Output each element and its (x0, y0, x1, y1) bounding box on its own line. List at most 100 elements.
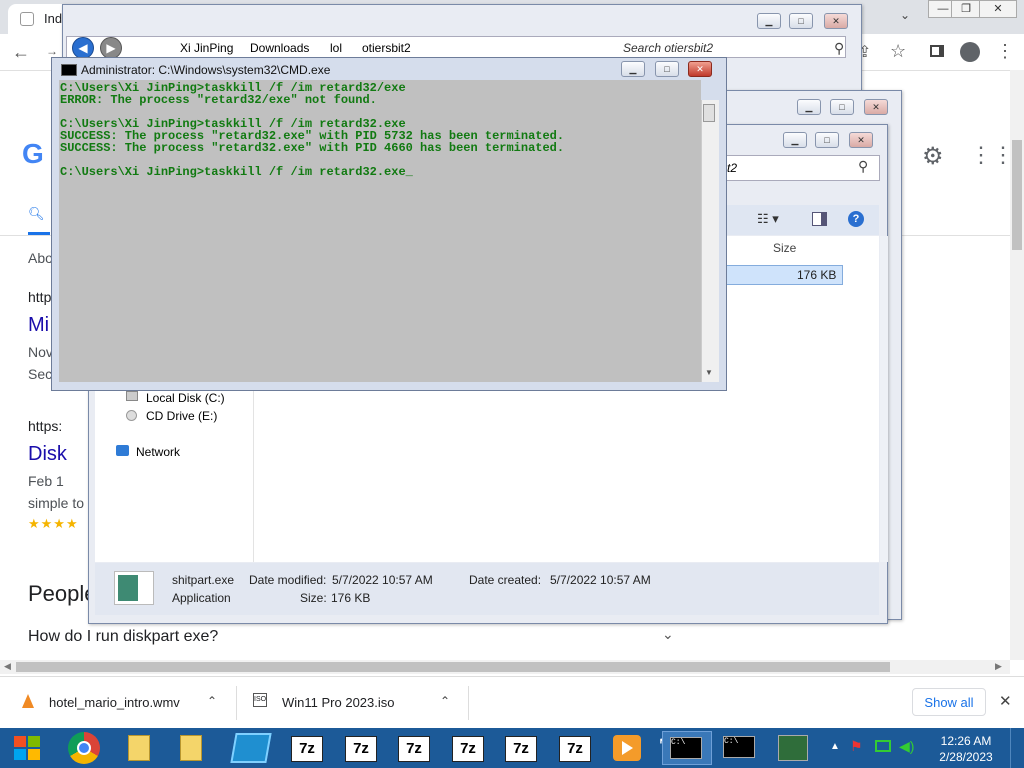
cmd-taskbar-button[interactable]: C:\ (716, 731, 766, 765)
seven-zip-taskbar-icon[interactable]: 7z (452, 736, 484, 762)
cmd-vertical-scrollbar[interactable] (701, 100, 719, 382)
nav-cd-drive[interactable]: CD Drive (E:) (146, 409, 217, 423)
explorer-back-maximize-button[interactable]: □ (789, 13, 813, 29)
explorer-mid-maximize-button[interactable]: □ (830, 99, 854, 115)
cmd-window-icon (61, 64, 77, 76)
browser-restore-button[interactable]: ❐ (951, 0, 981, 18)
breadcrumb-downloads[interactable]: Downloads (250, 41, 309, 55)
explorer-back-close-button[interactable]: ✕ (824, 13, 848, 29)
details-date-created-label: Date created: (469, 573, 542, 587)
details-date-created: 5/7/2022 10:57 AM (550, 573, 651, 587)
breadcrumb-lol[interactable]: lol (330, 41, 342, 55)
menu-dots-icon[interactable]: ⋮ (996, 41, 1014, 62)
forward-arrow-icon[interactable]: → (46, 44, 58, 58)
faq-question[interactable]: How do I run diskpart exe? (28, 628, 218, 646)
download-2-chevron-icon[interactable]: ⌃ (440, 694, 450, 708)
download-separator (236, 686, 237, 720)
folder-taskbar-icon[interactable] (180, 735, 202, 761)
profile-avatar[interactable] (960, 42, 980, 62)
explorer-front-close-button[interactable]: ✕ (849, 132, 873, 148)
explorer-back-arrow-icon[interactable]: ◀ (72, 37, 94, 59)
details-pane (95, 563, 879, 615)
volume-tray-icon[interactable]: ◀) (899, 738, 914, 755)
explorer-front-search-text: t2 (727, 161, 738, 175)
chevron-down-icon[interactable]: ⌄ (662, 626, 674, 643)
tab-search-chevron-icon[interactable]: ⌄ (900, 8, 910, 22)
cmd-prompt-line[interactable]: C:\Users\Xi JinPing>taskkill /f /im reta… (60, 166, 413, 178)
network-tray-icon[interactable] (875, 740, 891, 752)
chrome-taskbar-icon[interactable] (68, 732, 100, 764)
side-panel-icon[interactable] (930, 45, 944, 57)
seven-zip-taskbar-icon[interactable]: 7z (345, 736, 377, 762)
result-1-url[interactable]: http (28, 289, 51, 305)
close-downloads-bar-icon[interactable]: ✕ (999, 692, 1012, 710)
show-desktop-button[interactable] (1010, 728, 1024, 768)
show-hidden-icons-arrow-icon[interactable]: ▲ (830, 741, 840, 752)
start-button[interactable] (8, 731, 48, 765)
breadcrumb-folder[interactable]: otiersbit2 (362, 41, 411, 55)
show-all-downloads-button[interactable]: Show all (912, 688, 986, 716)
cmd-line-6: SUCCESS: The process "retard32.exe" with… (60, 141, 565, 155)
cmd-scroll-down-arrow-icon[interactable]: ▼ (705, 368, 713, 377)
result-1-title[interactable]: Mi (28, 314, 49, 337)
explorer-front-search-box[interactable] (725, 155, 880, 181)
task-manager-taskbar-icon[interactable] (778, 735, 808, 761)
browser-tab-title: Ind (44, 11, 63, 26)
cmd-taskbar-button-active[interactable]: C:\ (662, 731, 712, 765)
preview-pane-icon[interactable] (812, 212, 827, 226)
result-2-url[interactable]: https: (28, 418, 62, 434)
cmd-minimize-button[interactable]: ▁ (621, 61, 645, 77)
seven-zip-taskbar-icon[interactable]: 7z (291, 736, 323, 762)
explorer-front-scrollbar[interactable] (880, 236, 888, 562)
nav-network[interactable]: Network (136, 445, 180, 459)
help-icon[interactable]: ? (848, 211, 864, 227)
details-date-modified: 5/7/2022 10:57 AM (332, 573, 433, 587)
explorer-search-icon[interactable]: ⚲ (834, 40, 844, 57)
explorer-front-search-icon[interactable]: ⚲ (858, 158, 868, 175)
result-2-snippet: simple to (28, 495, 85, 511)
scroll-left-arrow-icon[interactable]: ◀ (4, 661, 11, 672)
view-options-icon[interactable]: ☷ ▾ (757, 211, 779, 227)
scroll-right-arrow-icon[interactable]: ▶ (995, 661, 1002, 672)
details-date-modified-label: Date modified: (249, 573, 327, 587)
back-arrow-icon[interactable]: ← (12, 42, 30, 63)
details-size: 176 KB (331, 591, 371, 605)
folder-taskbar-icon[interactable] (128, 735, 150, 761)
seven-zip-taskbar-icon[interactable]: 7z (505, 736, 537, 762)
result-1-date: Nov (28, 344, 53, 360)
google-logo[interactable]: G (22, 138, 44, 170)
download-item-1[interactable]: hotel_mario_intro.wmv (49, 695, 180, 710)
cmd-close-button[interactable]: ✕ (688, 61, 712, 77)
explorer-mid-close-button[interactable]: ✕ (864, 99, 888, 115)
settings-gear-icon[interactable]: ⚙ (922, 142, 944, 171)
cmd-scroll-thumb[interactable] (703, 104, 715, 122)
explorer-search-field[interactable]: Search otiersbit2 (623, 41, 713, 55)
network-tool-taskbar-icon[interactable] (230, 733, 272, 763)
application-file-icon (114, 571, 154, 605)
page-vertical-scroll-thumb[interactable] (1012, 140, 1022, 250)
download-item-2[interactable]: Win11 Pro 2023.iso (282, 695, 395, 710)
explorer-front-maximize-button[interactable]: □ (815, 132, 839, 148)
breadcrumb-user[interactable]: Xi JinPing (180, 41, 233, 55)
page-horizontal-scroll-thumb[interactable] (16, 662, 890, 672)
column-header-size[interactable]: Size (773, 241, 796, 255)
nav-local-disk[interactable]: Local Disk (C:) (146, 391, 225, 405)
download-1-chevron-icon[interactable]: ⌃ (207, 694, 217, 708)
cmd-maximize-button[interactable]: □ (655, 61, 679, 77)
seven-zip-taskbar-icon[interactable]: 7z (559, 736, 591, 762)
clock-date: 2/28/2023 (939, 750, 993, 764)
details-file-type: Application (172, 591, 231, 605)
explorer-forward-arrow-icon[interactable]: ▶ (100, 37, 122, 59)
bookmark-star-icon[interactable]: ☆ (890, 41, 906, 62)
explorer-back-minimize-button[interactable]: ▁ (757, 13, 781, 29)
media-player-taskbar-icon[interactable] (613, 735, 641, 761)
explorer-front-minimize-button[interactable]: ▁ (783, 132, 807, 148)
result-2-title[interactable]: Disk (28, 443, 67, 466)
taskbar-clock[interactable]: 12:26 AM 2/28/2023 (934, 733, 998, 765)
browser-close-button[interactable]: ✕ (979, 0, 1017, 18)
result-2-date: Feb 1 (28, 473, 64, 489)
search-tab-icon[interactable]: 🔍︎ (28, 206, 45, 222)
explorer-mid-minimize-button[interactable]: ▁ (797, 99, 821, 115)
action-center-flag-icon[interactable]: ⚑ (850, 738, 863, 755)
seven-zip-taskbar-icon[interactable]: 7z (398, 736, 430, 762)
